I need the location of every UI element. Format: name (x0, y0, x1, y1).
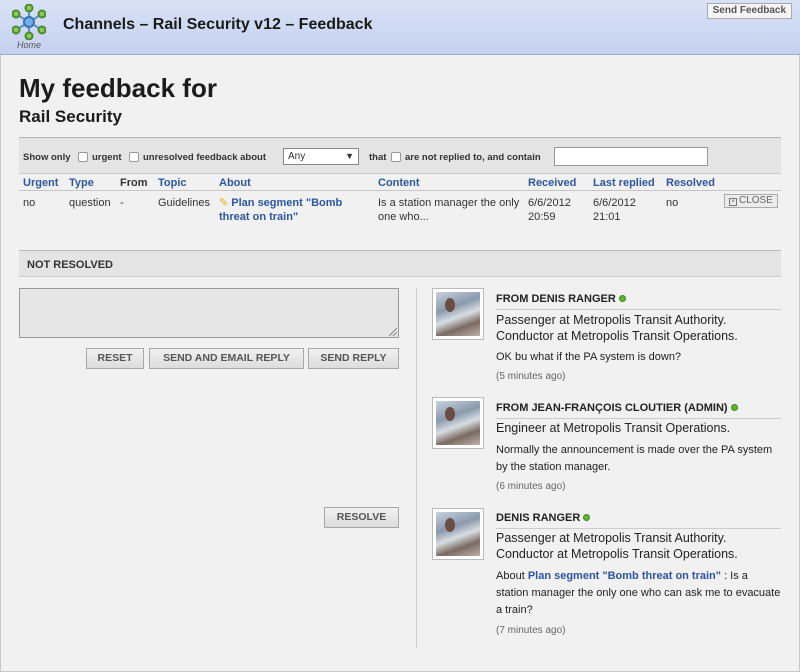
avatar[interactable] (432, 288, 484, 340)
page-title: My feedback for (19, 73, 217, 103)
dropdown-arrow-icon: ▼ (345, 151, 354, 161)
online-status-icon (730, 404, 738, 411)
send-reply-button[interactable]: SEND REPLY (308, 348, 399, 369)
feed-message: About Plan segment "Bomb threat on train… (496, 568, 781, 619)
avatar-photo (436, 512, 480, 556)
feed-divider (496, 309, 781, 310)
column-header-type[interactable]: Type (69, 177, 94, 189)
reply-textarea[interactable] (19, 288, 399, 338)
plan-segment-icon: ✎ (219, 197, 229, 209)
feed-author-name: DENIS RANGER (496, 512, 581, 524)
feed-author: FROM JEAN-FRANÇOIS CLOUTIER (ADMIN) (496, 402, 738, 414)
column-header-received[interactable]: Received (528, 177, 576, 189)
app-title: Channels – Rail Security v12 – Feedback (63, 16, 373, 33)
feed-divider (496, 528, 781, 529)
feed-role: Passenger at Metropolis Transit Authorit… (496, 531, 738, 561)
column-divider (416, 288, 417, 648)
top-header: Home Channels – Rail Security v12 – Feed… (0, 0, 800, 55)
unresolved-label: unresolved feedback about (143, 152, 267, 163)
feed-author-name: FROM DENIS RANGER (496, 293, 616, 305)
feed-message: OK bu what if the PA system is down? (496, 351, 682, 363)
resolve-button[interactable]: RESOLVE (324, 507, 399, 528)
feed-author: FROM DENIS RANGER (496, 293, 626, 305)
not-replied-checkbox[interactable] (391, 152, 401, 162)
feed-time: (6 minutes ago) (496, 481, 566, 492)
cell-about: ✎ Plan segment "Bomb threat on train" (219, 196, 369, 224)
cell-urgent: no (23, 197, 36, 209)
cell-received: 6/6/2012 20:59 (528, 197, 571, 223)
feed-message: Normally the announcement is made over t… (496, 444, 773, 473)
home-label[interactable]: Home (11, 40, 47, 50)
column-header-from: From (120, 177, 148, 189)
feed-message-link[interactable]: Plan segment "Bomb threat on train" (528, 570, 721, 582)
avatar-photo (436, 401, 480, 445)
feed-author-name: FROM JEAN-FRANÇOIS CLOUTIER (ADMIN) (496, 402, 728, 414)
reset-button[interactable]: RESET (86, 348, 144, 369)
cell-content: Is a station manager the only one who... (378, 197, 520, 223)
feed-role: Passenger at Metropolis Transit Authorit… (496, 313, 738, 343)
feed-divider (496, 418, 781, 419)
column-header-about[interactable]: About (219, 177, 251, 189)
online-status-icon (618, 295, 626, 302)
resize-grip-icon[interactable] (389, 328, 397, 336)
column-header-resolved[interactable]: Resolved (666, 177, 715, 189)
column-header-content[interactable]: Content (378, 177, 420, 189)
home-logo[interactable]: Home (11, 4, 47, 52)
contain-search-input[interactable] (554, 147, 708, 166)
about-link[interactable]: Plan segment "Bomb threat on train" (219, 197, 342, 223)
avatar[interactable] (432, 508, 484, 560)
close-icon: × (729, 198, 737, 206)
urgent-label: urgent (92, 152, 122, 163)
send-feedback-button[interactable]: Send Feedback (706, 3, 792, 19)
online-status-icon (583, 514, 591, 521)
cell-type: question (69, 197, 111, 209)
cell-topic: Guidelines (158, 197, 210, 209)
avatar[interactable] (432, 397, 484, 449)
column-header-urgent[interactable]: Urgent (23, 177, 58, 189)
filter-bar: Show only urgent unresolved feedback abo… (19, 137, 781, 174)
feed-role: Engineer at Metropolis Transit Operation… (496, 421, 731, 435)
about-select-value: Any (288, 151, 306, 162)
not-replied-label: are not replied to, and contain (405, 152, 541, 163)
feed-message-prefix: About (496, 570, 525, 582)
cell-from: - (120, 197, 124, 209)
that-label: that (369, 152, 387, 163)
close-button-label: CLOSE (739, 195, 773, 206)
snowflake-logo-icon (12, 4, 46, 40)
cell-last-replied: 6/6/2012 21:01 (593, 197, 636, 223)
page-subtitle: Rail Security (19, 107, 122, 126)
send-and-email-reply-button[interactable]: SEND AND EMAIL REPLY (149, 348, 304, 369)
about-select[interactable]: Any ▼ (283, 148, 359, 165)
column-header-last-replied[interactable]: Last replied (593, 177, 655, 189)
show-only-label: Show only (23, 152, 71, 163)
urgent-checkbox[interactable] (78, 152, 88, 162)
feed-author: DENIS RANGER (496, 512, 591, 524)
feed-time: (7 minutes ago) (496, 625, 566, 636)
unresolved-checkbox[interactable] (129, 152, 139, 162)
close-button[interactable]: × CLOSE (724, 194, 778, 208)
table-header-divider (19, 190, 781, 191)
avatar-photo (436, 292, 480, 336)
section-header-not-resolved: NOT RESOLVED (19, 250, 781, 277)
cell-resolved: no (666, 197, 679, 209)
column-header-topic[interactable]: Topic (158, 177, 187, 189)
feed-time: (5 minutes ago) (496, 371, 566, 382)
